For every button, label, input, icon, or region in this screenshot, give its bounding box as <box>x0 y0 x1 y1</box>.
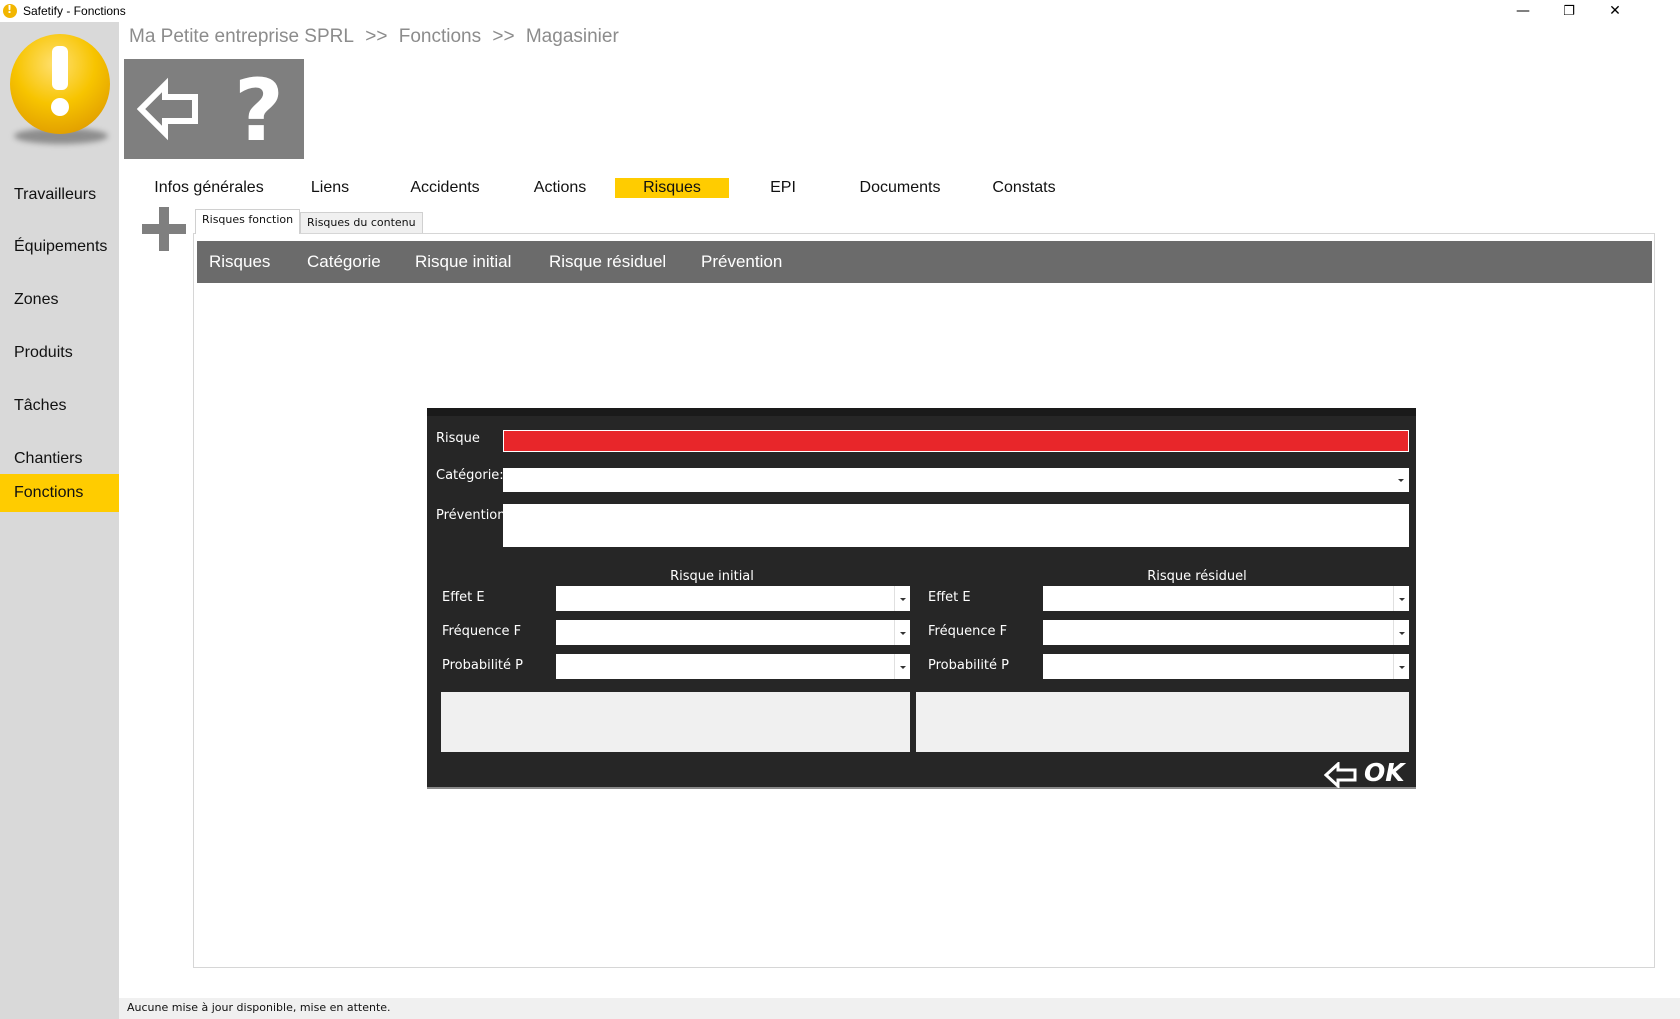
window-titlebar: Safetify - Fonctions — ❐ ✕ <box>0 0 1680 22</box>
effet-initial-select[interactable] <box>556 586 910 611</box>
tab-accidents[interactable]: Accidents <box>405 177 485 199</box>
breadcrumb-item: Magasinier <box>525 26 619 47</box>
sidebar-item-produits[interactable]: Produits <box>0 333 119 372</box>
tab-liens[interactable]: Liens <box>300 177 360 199</box>
tab-infos-generales[interactable]: Infos générales <box>148 177 270 199</box>
back-arrow-icon <box>136 77 198 141</box>
add-icon[interactable] <box>142 207 186 251</box>
back-button[interactable] <box>136 77 201 141</box>
risque-input[interactable] <box>503 430 1409 452</box>
window-title: Safetify - Fonctions <box>23 4 126 18</box>
help-button[interactable]: ? <box>224 67 294 155</box>
chevron-down-icon[interactable] <box>894 654 910 679</box>
status-bar: Aucune mise à jour disponible, mise en a… <box>119 998 1680 1019</box>
tab-constats[interactable]: Constats <box>988 177 1060 199</box>
column-header-prevention[interactable]: Prévention <box>701 241 782 283</box>
ok-button[interactable]: OK <box>1324 758 1410 790</box>
probabilite-residuel-select[interactable] <box>1043 654 1409 679</box>
probabilite-initial-label: Probabilité P <box>442 658 523 673</box>
breadcrumb-separator: >> <box>365 26 388 47</box>
risque-label: Risque <box>436 431 480 446</box>
sidebar-item-travailleurs[interactable]: Travailleurs <box>0 175 119 214</box>
chevron-down-icon[interactable] <box>894 620 910 645</box>
grid-header: Risques Catégorie Risque initial Risque … <box>197 241 1652 283</box>
safetify-logo-icon <box>10 34 110 134</box>
frequence-residuel-label: Fréquence F <box>928 624 1008 639</box>
chevron-down-icon[interactable] <box>1393 620 1409 645</box>
ok-label: OK <box>1364 758 1405 787</box>
column-header-categorie[interactable]: Catégorie <box>307 241 381 283</box>
probabilite-initial-select[interactable] <box>556 654 910 679</box>
minimize-icon[interactable]: — <box>1500 0 1546 22</box>
chevron-down-icon[interactable] <box>1393 654 1409 679</box>
risque-initial-result <box>441 692 910 752</box>
column-header-risque-residuel[interactable]: Risque résiduel <box>549 241 666 283</box>
column-header-risques[interactable]: Risques <box>209 241 270 283</box>
effet-initial-label: Effet E <box>442 590 485 605</box>
app-icon <box>3 3 17 18</box>
risque-residuel-title: Risque résiduel <box>1147 569 1247 584</box>
frequence-initial-select[interactable] <box>556 620 910 645</box>
risque-initial-title: Risque initial <box>670 569 754 584</box>
frequence-residuel-select[interactable] <box>1043 620 1409 645</box>
sidebar-item-zones[interactable]: Zones <box>0 280 119 319</box>
breadcrumb-section[interactable]: Fonctions <box>399 26 481 47</box>
sidebar-item-taches[interactable]: Tâches <box>0 386 119 425</box>
prevention-label: Prévention <box>436 508 506 523</box>
sidebar: Travailleurs Équipements Zones Produits … <box>0 22 119 1019</box>
subtab-risques-fonction[interactable]: Risques fonction <box>195 209 301 234</box>
risque-residuel-result <box>916 692 1409 752</box>
tab-documents[interactable]: Documents <box>855 177 945 199</box>
frequence-initial-label: Fréquence F <box>442 624 522 639</box>
back-arrow-icon <box>1324 762 1357 788</box>
status-message: Aucune mise à jour disponible, mise en a… <box>127 1001 391 1014</box>
close-icon[interactable]: ✕ <box>1592 0 1638 22</box>
toolbar-panel: ? <box>124 59 304 159</box>
subtab-risques-contenu[interactable]: Risques du contenu <box>300 212 423 234</box>
tab-risques[interactable]: Risques <box>615 178 729 198</box>
column-header-risque-initial[interactable]: Risque initial <box>415 241 511 283</box>
breadcrumb-company[interactable]: Ma Petite entreprise SPRL <box>129 26 354 47</box>
tab-epi[interactable]: EPI <box>765 177 801 199</box>
probabilite-residuel-label: Probabilité P <box>928 658 1009 673</box>
chevron-down-icon[interactable] <box>1393 586 1409 611</box>
categorie-label: Catégorie: <box>436 468 504 483</box>
chevron-down-icon[interactable] <box>1393 468 1409 492</box>
prevention-textarea[interactable] <box>503 504 1409 547</box>
effet-residuel-label: Effet E <box>928 590 971 605</box>
chevron-down-icon[interactable] <box>894 586 910 611</box>
restore-icon[interactable]: ❐ <box>1546 0 1592 22</box>
tab-actions[interactable]: Actions <box>525 177 595 199</box>
sidebar-item-chantiers[interactable]: Chantiers <box>0 439 119 478</box>
breadcrumb: Ma Petite entreprise SPRL >> Fonctions >… <box>129 26 625 48</box>
effet-residuel-select[interactable] <box>1043 586 1409 611</box>
sidebar-item-fonctions[interactable]: Fonctions <box>0 474 119 512</box>
categorie-select[interactable] <box>503 468 1409 492</box>
breadcrumb-separator: >> <box>492 26 515 47</box>
sidebar-item-equipements[interactable]: Équipements <box>0 227 119 266</box>
risk-edit-dialog: Risque Catégorie: Prévention Risque init… <box>427 408 1416 789</box>
